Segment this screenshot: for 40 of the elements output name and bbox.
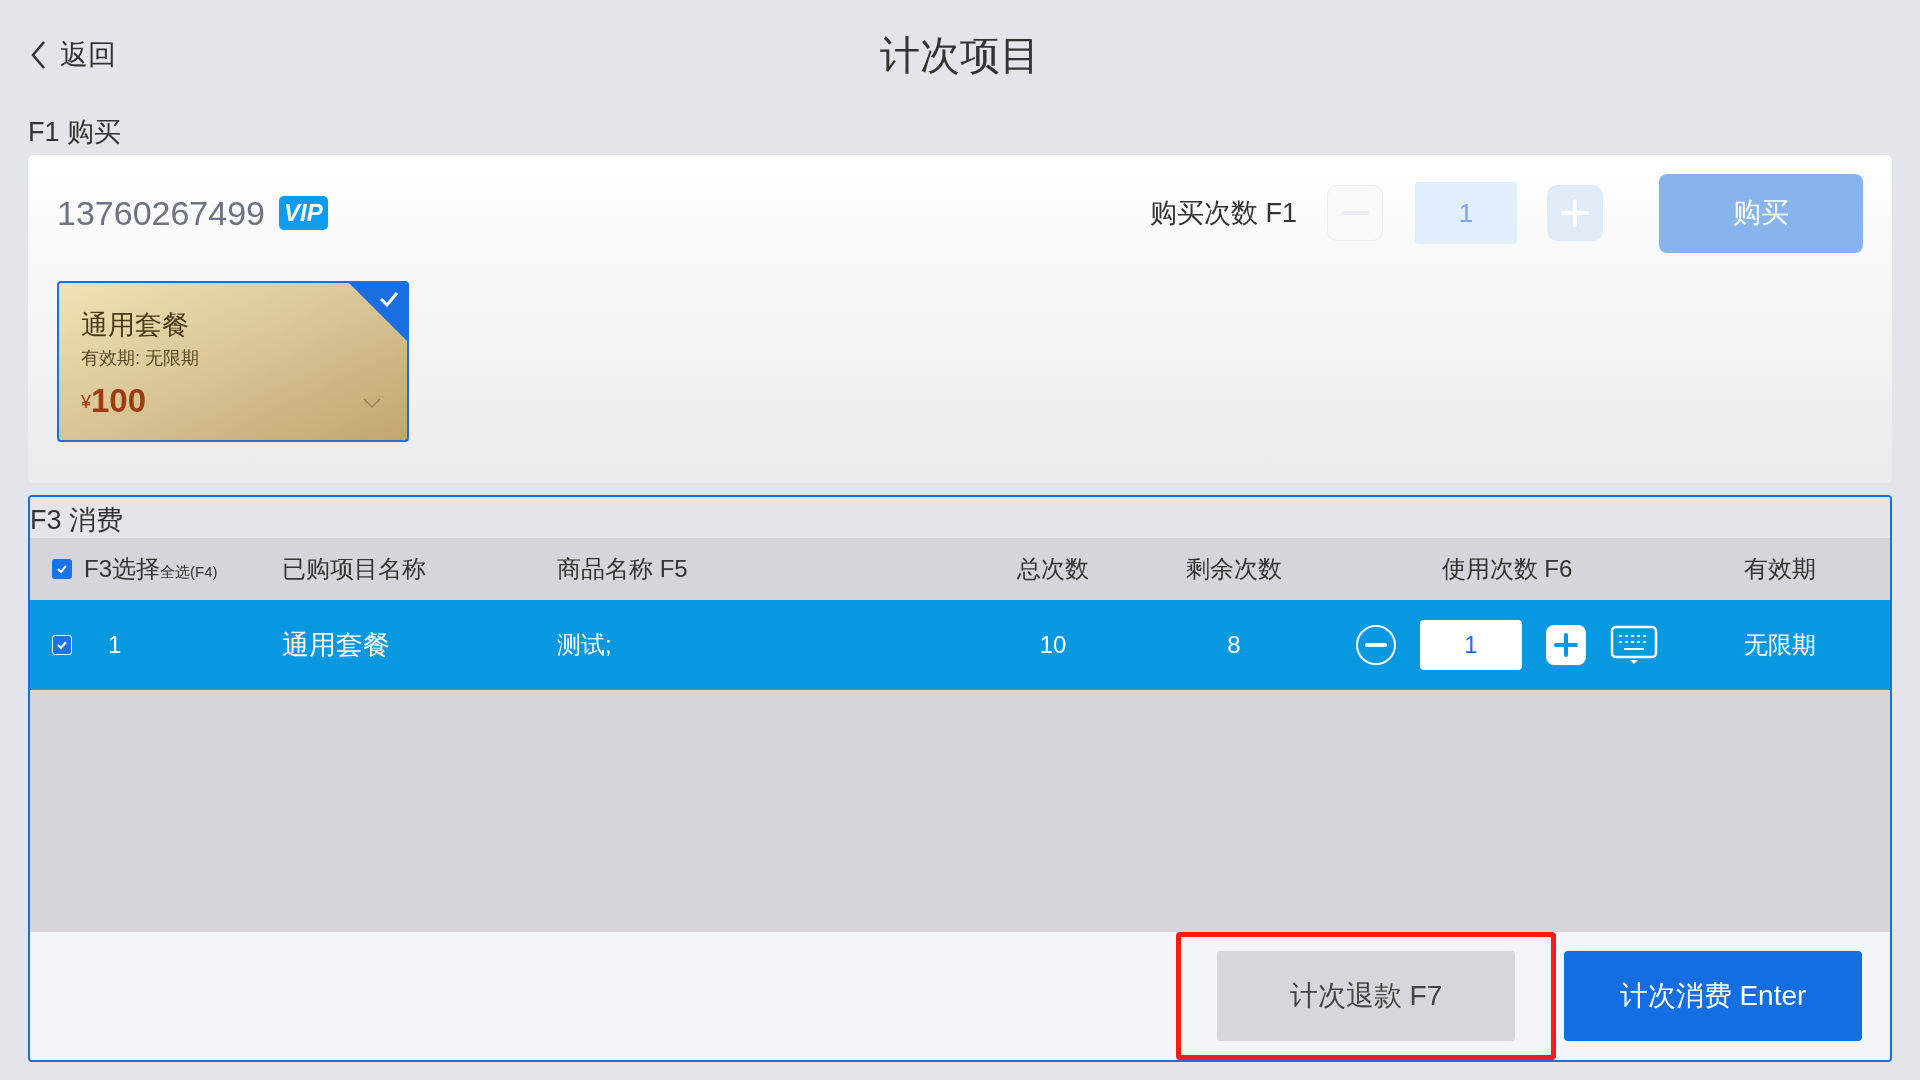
minus-icon [1365,643,1387,647]
package-validity: 有效期: 无限期 [81,347,199,370]
column-header: 使用次数 F6 [1441,554,1573,584]
column-header: 总次数 [1017,554,1089,584]
select-all-hint: 全选(F4) [160,563,218,580]
checkbox[interactable] [52,559,72,579]
phone-number: 13760267499 [57,192,265,234]
column-header: 已购项目名称 [282,554,426,584]
keyboard-icon[interactable] [1610,625,1658,665]
column-header: F3选择 [84,554,160,584]
plus-icon [1554,633,1578,657]
usage-input[interactable]: 1 [1420,620,1522,670]
currency-symbol: ¥ [81,392,91,414]
chevron-left-icon [30,40,46,70]
back-button[interactable]: 返回 [30,34,116,76]
section-title: F3 消费 [30,504,123,537]
table-row[interactable]: 1 通用套餐 测试; 10 8 1 无限期 [30,600,1890,690]
chevron-down-icon [363,398,381,408]
refund-button[interactable]: 计次退款 F7 [1217,951,1515,1041]
plus-icon [1561,199,1589,227]
checkbox[interactable] [52,635,72,655]
package-name: 通用套餐 [81,309,189,342]
consume-button[interactable]: 计次消费 Enter [1564,951,1862,1041]
check-corner-icon [349,283,407,341]
quantity-label: 购买次数 F1 [1150,196,1297,230]
package-price: 100 [91,382,147,420]
plus-button[interactable] [1546,625,1586,665]
column-header: 剩余次数 [1186,554,1282,584]
column-header: 商品名称 F5 [557,554,688,584]
table-cell-text: 通用套餐 [282,628,390,662]
package-card[interactable]: 通用套餐 有效期: 无限期 ¥100 [57,281,409,442]
table-cell-text: 1 [108,630,122,660]
page-title: 计次项目 [880,32,1040,79]
vip-badge: VIP [279,196,328,230]
table-cell-text: 测试; [557,630,612,660]
section-title: F1 购买 [28,116,122,149]
table-cell-text: 10 [1039,630,1067,660]
column-header: 有效期 [1744,554,1816,584]
table-cell-text: 8 [1227,630,1241,660]
table-cell-text: 无限期 [1744,630,1816,660]
